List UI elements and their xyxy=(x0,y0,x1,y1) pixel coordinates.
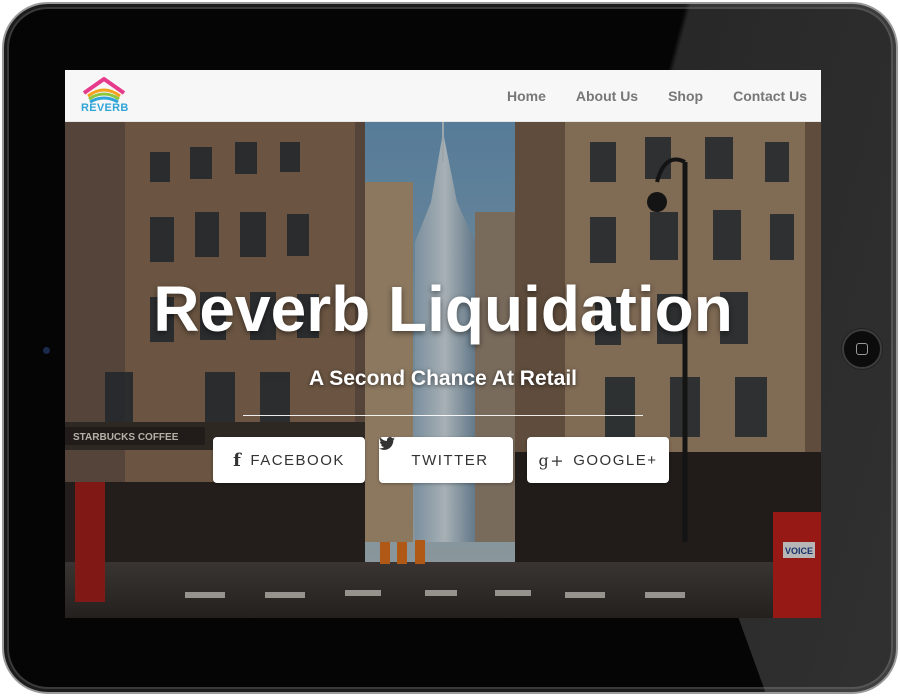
hero-divider xyxy=(243,415,643,416)
tablet-screen: REVERB Home About Us Shop Contact Us VOI… xyxy=(65,70,821,618)
hero-section: VOICE STARBUCKS COFFEE Reverb Liquidatio… xyxy=(65,122,821,618)
nav-home[interactable]: Home xyxy=(507,88,546,104)
home-button[interactable] xyxy=(842,329,882,369)
nav-about-us[interactable]: About Us xyxy=(576,88,638,104)
google-plus-button[interactable]: g+ GOOGLE+ xyxy=(527,437,669,483)
twitter-button[interactable]: TWITTER xyxy=(379,437,513,483)
camera-icon xyxy=(43,347,50,354)
google-plus-label: GOOGLE+ xyxy=(573,451,658,469)
top-navbar: REVERB Home About Us Shop Contact Us xyxy=(65,70,821,122)
hero-title: Reverb Liquidation xyxy=(153,273,733,345)
google-plus-icon: g+ xyxy=(538,450,566,470)
logo-house-icon xyxy=(82,77,126,104)
facebook-button[interactable]: f FACEBOOK xyxy=(213,437,365,483)
nav-shop[interactable]: Shop xyxy=(668,88,703,104)
facebook-label: FACEBOOK xyxy=(250,451,345,469)
nav-menu: Home About Us Shop Contact Us xyxy=(477,70,807,122)
nav-contact-us[interactable]: Contact Us xyxy=(733,88,807,104)
home-square-icon xyxy=(856,343,868,355)
facebook-icon: f xyxy=(233,449,243,471)
twitter-label: TWITTER xyxy=(411,451,489,469)
hero-subtitle: A Second Chance At Retail xyxy=(309,367,577,390)
reverb-logo[interactable]: REVERB xyxy=(81,75,129,117)
social-buttons: f FACEBOOK TWITTER g+ GOOGLE+ xyxy=(213,437,673,485)
logo-text: REVERB xyxy=(81,102,129,114)
